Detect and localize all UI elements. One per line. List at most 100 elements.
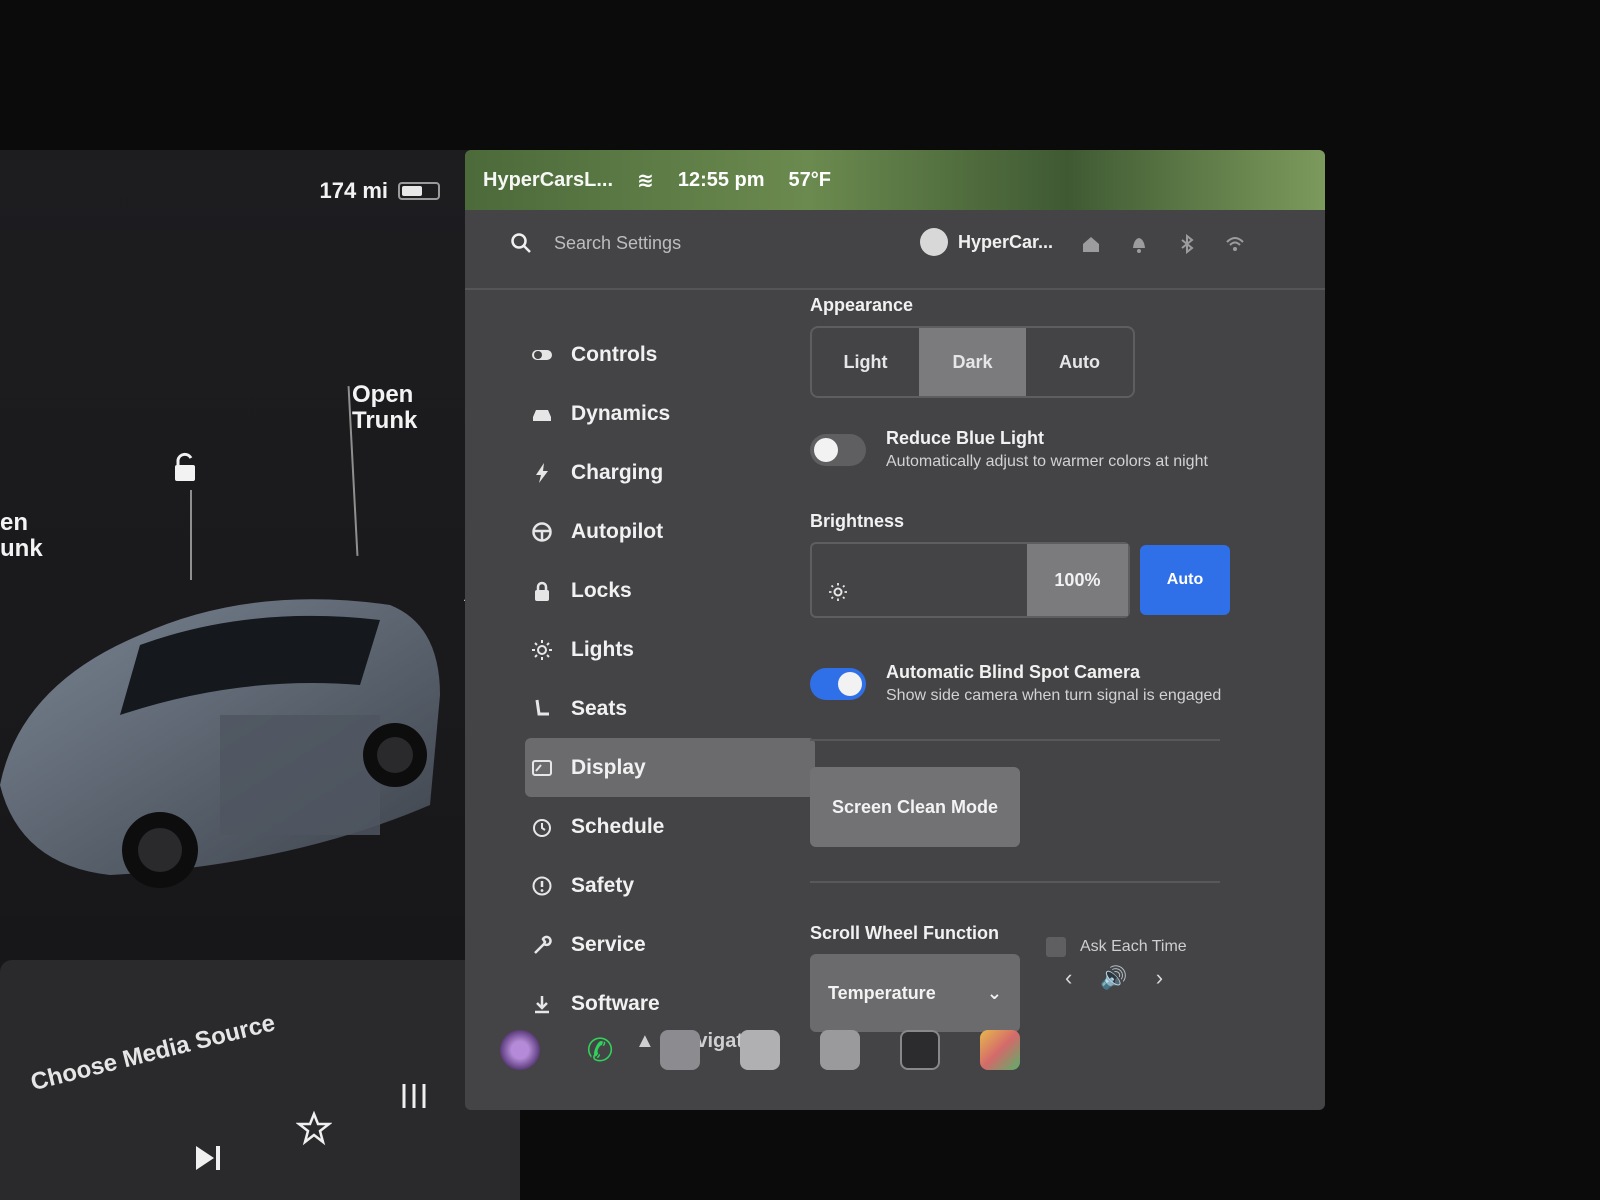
voice-assistant-icon[interactable] bbox=[500, 1030, 540, 1070]
appearance-label: Appearance bbox=[810, 295, 914, 315]
brightness-label: Brightness bbox=[810, 511, 905, 531]
section-divider bbox=[810, 739, 1220, 741]
vehicle-panel: 174 mi Open Trunk en unk Choose Media So… bbox=[0, 150, 520, 1200]
sidebar-item-software[interactable]: Software bbox=[525, 974, 815, 1033]
blind-spot-camera-row: Automatic Blind Spot Camera Show side ca… bbox=[810, 662, 1280, 705]
sidebar-item-label: Autopilot bbox=[571, 519, 664, 543]
sidebar-item-service[interactable]: Service bbox=[525, 915, 815, 974]
brightness-slider[interactable]: 100% bbox=[810, 542, 1130, 618]
skip-next-icon[interactable] bbox=[190, 1140, 226, 1176]
scroll-wheel-label: Scroll Wheel Function bbox=[810, 923, 1000, 943]
camera-icon[interactable] bbox=[660, 1030, 700, 1070]
settings-header: Search Settings HyperCar... bbox=[465, 210, 1325, 290]
toggle-knob bbox=[814, 437, 838, 462]
download-icon bbox=[535, 995, 549, 1013]
sidebar-item-schedule[interactable]: Schedule bbox=[525, 797, 815, 856]
sidebar-item-label: Dynamics bbox=[571, 401, 671, 425]
ask-each-time-label: Ask Each Time bbox=[1080, 938, 1187, 955]
home-icon[interactable] bbox=[1081, 234, 1101, 254]
wifi-status-icon: ≋ bbox=[637, 169, 654, 192]
bell-icon[interactable] bbox=[1129, 234, 1149, 254]
display-settings-content: Appearance Light Dark Auto Reduce Blue L… bbox=[810, 295, 1280, 1032]
volume-down-chevron-icon[interactable]: ‹ bbox=[1065, 965, 1072, 991]
search-input[interactable]: Search Settings bbox=[554, 233, 681, 254]
appearance-selector: Light Dark Auto bbox=[810, 326, 1135, 398]
sidebar-item-label: Controls bbox=[571, 342, 658, 366]
screen-clean-mode-button[interactable]: Screen Clean Mode bbox=[810, 767, 1020, 847]
sidebar-item-locks[interactable]: Locks bbox=[525, 561, 815, 620]
sidebar-item-charging[interactable]: Charging bbox=[525, 443, 815, 502]
range-text: 174 mi bbox=[319, 178, 389, 203]
app-dock: ✆ bbox=[500, 1030, 1020, 1070]
battery-fill bbox=[402, 186, 423, 196]
scroll-wheel-value: Temperature bbox=[828, 982, 936, 1003]
ask-each-time-row[interactable]: Ask Each Time bbox=[1046, 937, 1187, 957]
sidebar-item-label: Software bbox=[571, 991, 660, 1015]
profile-button[interactable]: HyperCar... bbox=[920, 228, 1053, 256]
blind-spot-camera-title: Automatic Blind Spot Camera bbox=[886, 662, 1141, 682]
search-icon bbox=[511, 233, 531, 253]
equalizer-icon[interactable] bbox=[396, 1078, 432, 1114]
header-icons bbox=[1081, 234, 1245, 254]
reduce-blue-light-subtitle: Automatically adjust to warmer colors at… bbox=[886, 453, 1208, 470]
sidebar-item-label: Service bbox=[571, 932, 646, 956]
unlock-icon[interactable] bbox=[168, 450, 202, 484]
sidebar-item-dynamics[interactable]: Dynamics bbox=[525, 384, 815, 443]
calendar-icon[interactable] bbox=[820, 1030, 860, 1070]
theater-icon[interactable] bbox=[740, 1030, 780, 1070]
reduce-blue-light-title: Reduce Blue Light bbox=[886, 428, 1045, 448]
brightness-sun-icon bbox=[829, 583, 847, 601]
appearance-option-auto[interactable]: Auto bbox=[1026, 328, 1133, 396]
appearance-option-light[interactable]: Light bbox=[812, 328, 919, 396]
wifi-icon[interactable] bbox=[1225, 234, 1245, 254]
bluetooth-icon[interactable] bbox=[1177, 234, 1197, 254]
bolt-icon bbox=[536, 462, 548, 483]
sidebar-item-label: Charging bbox=[571, 460, 664, 484]
profile-name: HyperCar... bbox=[958, 231, 1054, 252]
sidebar-item-label: Lights bbox=[571, 637, 634, 661]
settings-sidebar: Controls Dynamics Charging Autopilot Loc… bbox=[525, 325, 815, 1033]
status-bar: HyperCarsL... ≋ 12:55 pm 57°F bbox=[465, 150, 1325, 210]
volume-controls: ‹ 🔊 › bbox=[1065, 965, 1163, 991]
wrench-icon bbox=[534, 935, 552, 954]
open-frunk-button[interactable]: en unk bbox=[0, 510, 43, 562]
search-bar[interactable]: Search Settings bbox=[510, 232, 681, 254]
display-icon bbox=[532, 759, 552, 776]
status-temperature: 57°F bbox=[788, 168, 832, 191]
steering-wheel-icon bbox=[532, 521, 552, 542]
sidebar-item-label: Seats bbox=[571, 696, 628, 720]
sidebar-item-controls[interactable]: Controls bbox=[525, 325, 815, 384]
open-trunk-button[interactable]: Open Trunk bbox=[352, 382, 417, 434]
appearance-option-dark[interactable]: Dark bbox=[919, 328, 1026, 396]
sidebar-item-label: Locks bbox=[571, 578, 632, 602]
tesla-screen: 174 mi Open Trunk en unk Choose Media So… bbox=[0, 0, 1600, 1200]
volume-speaker-icon[interactable]: 🔊 bbox=[1100, 965, 1127, 991]
battery-icon bbox=[398, 182, 440, 200]
scroll-wheel-select[interactable]: Temperature ⌄ bbox=[810, 954, 1020, 1032]
brightness-value: 100% bbox=[1026, 544, 1128, 616]
reduce-blue-light-toggle[interactable] bbox=[810, 433, 866, 466]
sidebar-item-safety[interactable]: Safety bbox=[525, 856, 815, 915]
blind-spot-camera-toggle[interactable] bbox=[810, 667, 866, 700]
more-apps-icon[interactable] bbox=[900, 1030, 940, 1070]
sidebar-item-label: Safety bbox=[571, 873, 635, 897]
reduce-blue-light-row: Reduce Blue Light Automatically adjust t… bbox=[810, 428, 1280, 471]
sidebar-item-seats[interactable]: Seats bbox=[525, 679, 815, 738]
sidebar-item-autopilot[interactable]: Autopilot bbox=[525, 502, 815, 561]
sidebar-item-label: Display bbox=[571, 755, 646, 779]
status-time: 12:55 pm bbox=[677, 168, 765, 191]
range-indicator: 174 mi bbox=[319, 178, 440, 204]
phone-icon[interactable]: ✆ bbox=[580, 1030, 620, 1070]
volume-up-chevron-icon[interactable]: › bbox=[1156, 965, 1163, 991]
brightness-auto-button[interactable]: Auto bbox=[1140, 545, 1230, 615]
sidebar-item-display[interactable]: Display bbox=[525, 738, 815, 797]
avatar bbox=[920, 228, 948, 256]
toggle-knob bbox=[838, 671, 862, 696]
ask-each-time-checkbox[interactable] bbox=[1046, 937, 1066, 957]
sidebar-item-label: Schedule bbox=[571, 814, 665, 838]
favorite-star-icon[interactable] bbox=[296, 1110, 332, 1146]
media-source-label[interactable]: Choose Media Source bbox=[28, 1009, 278, 1097]
toybox-icon[interactable] bbox=[980, 1030, 1020, 1070]
sidebar-item-lights[interactable]: Lights bbox=[525, 620, 815, 679]
status-profile-name[interactable]: HyperCarsL... bbox=[483, 169, 613, 192]
